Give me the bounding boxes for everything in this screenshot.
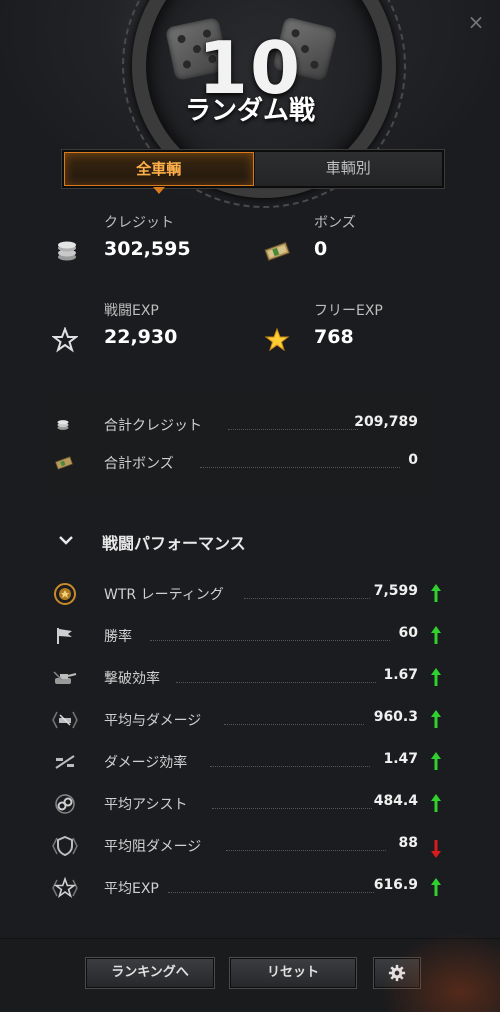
tab-all-vehicles[interactable]: 全車輌	[64, 152, 254, 194]
credits-value: 302,595	[104, 238, 191, 260]
damage-dealt-icon	[52, 711, 78, 729]
trend-up-icon	[431, 668, 441, 686]
dotted-leader	[210, 766, 370, 767]
bonds-label: ボンズ	[314, 215, 356, 231]
destroyed-tank-icon	[53, 671, 77, 684]
stat-value: 60	[398, 625, 418, 641]
page-title: ランダム戦	[184, 96, 315, 126]
section-title-performance: 戦闘パフォーマンス	[102, 534, 246, 553]
list-item: 合計ボンズ 0	[0, 449, 500, 477]
table-row: 平均阻ダメージ 88	[0, 832, 500, 860]
free-exp-value: 768	[314, 326, 354, 348]
stat-label: ダメージ効率	[104, 755, 188, 771]
table-row: 平均EXP 616.9	[0, 874, 500, 902]
trend-down-icon	[431, 840, 441, 858]
credits-coins-icon	[57, 420, 69, 430]
trend-up-icon	[431, 752, 441, 770]
credits-label: クレジット	[104, 215, 174, 231]
list-item: 合計クレジット 209,789	[0, 411, 500, 439]
table-row: 撃破効率 1.67	[0, 664, 500, 692]
close-button[interactable]: ×	[466, 12, 486, 32]
wtr-badge-icon	[54, 583, 76, 605]
table-row: ダメージ効率 1.47	[0, 748, 500, 776]
dotted-leader	[228, 429, 358, 430]
reset-button[interactable]: リセット	[230, 958, 356, 988]
dotted-leader	[212, 808, 372, 809]
bonds-value: 0	[314, 238, 328, 260]
total-bonds-value: 0	[408, 452, 418, 468]
free-exp-label: フリーEXP	[314, 303, 383, 319]
stat-value: 616.9	[373, 877, 418, 893]
dotted-leader	[226, 850, 386, 851]
stat-label: 撃破効率	[104, 671, 160, 687]
tab-by-vehicle[interactable]: 車輌別	[253, 152, 442, 186]
blocked-damage-icon	[52, 835, 78, 857]
stat-label: 平均アシスト	[104, 797, 188, 813]
tab-bar: 全車輌 車輌別	[62, 150, 444, 194]
damage-ratio-icon	[55, 755, 75, 769]
trend-up-icon	[431, 794, 441, 812]
table-row: WTR レーティング 7,599	[0, 580, 500, 608]
settings-button[interactable]	[374, 958, 420, 988]
total-bonds-label: 合計ボンズ	[104, 456, 174, 472]
stat-value: 960.3	[373, 709, 418, 725]
stat-label: WTR レーティング	[104, 587, 224, 603]
total-credits-label: 合計クレジット	[104, 418, 202, 434]
stat-label: 平均与ダメージ	[104, 713, 202, 729]
bonds-icon	[54, 456, 74, 470]
trend-up-icon	[431, 710, 441, 728]
totals-box	[50, 392, 434, 498]
chevron-down-icon[interactable]	[58, 534, 74, 546]
stat-value: 88	[398, 835, 418, 851]
ranking-button[interactable]: ランキングへ	[86, 958, 214, 988]
stat-value: 1.67	[383, 667, 418, 683]
battle-exp-label: 戦闘EXP	[104, 303, 159, 319]
table-row: 平均アシスト 484.4	[0, 790, 500, 818]
assist-icon	[55, 794, 75, 814]
table-row: 平均与ダメージ 960.3	[0, 706, 500, 734]
stat-label: 勝率	[104, 629, 132, 645]
gold-star-icon	[264, 327, 290, 352]
dotted-leader	[224, 724, 364, 725]
stat-label: 平均EXP	[104, 881, 159, 897]
trend-up-icon	[431, 878, 441, 896]
battle-exp-value: 22,930	[104, 326, 178, 348]
stat-label: 平均阻ダメージ	[104, 839, 202, 855]
session-stats-panel: 10 ランダム戦 × 全車輌 車輌別 クレジット 302,595 ボンズ 0 戦…	[0, 0, 500, 1012]
dotted-leader	[200, 467, 400, 468]
stat-value: 7,599	[373, 583, 418, 599]
total-credits-value: 209,789	[354, 414, 418, 430]
star-outline-icon	[52, 327, 78, 353]
trend-up-icon	[431, 584, 441, 602]
bonds-icon	[264, 241, 290, 262]
exp-star-icon	[52, 876, 78, 899]
dotted-leader	[168, 892, 374, 893]
table-row: 勝率 60	[0, 622, 500, 650]
trend-up-icon	[431, 626, 441, 644]
dotted-leader	[150, 640, 390, 641]
stat-value: 1.47	[383, 751, 418, 767]
credits-coins-icon	[58, 241, 76, 261]
gear-icon	[388, 964, 406, 982]
dotted-leader	[176, 682, 376, 683]
stat-value: 484.4	[373, 793, 418, 809]
dotted-leader	[244, 598, 370, 599]
flag-icon	[57, 628, 72, 644]
